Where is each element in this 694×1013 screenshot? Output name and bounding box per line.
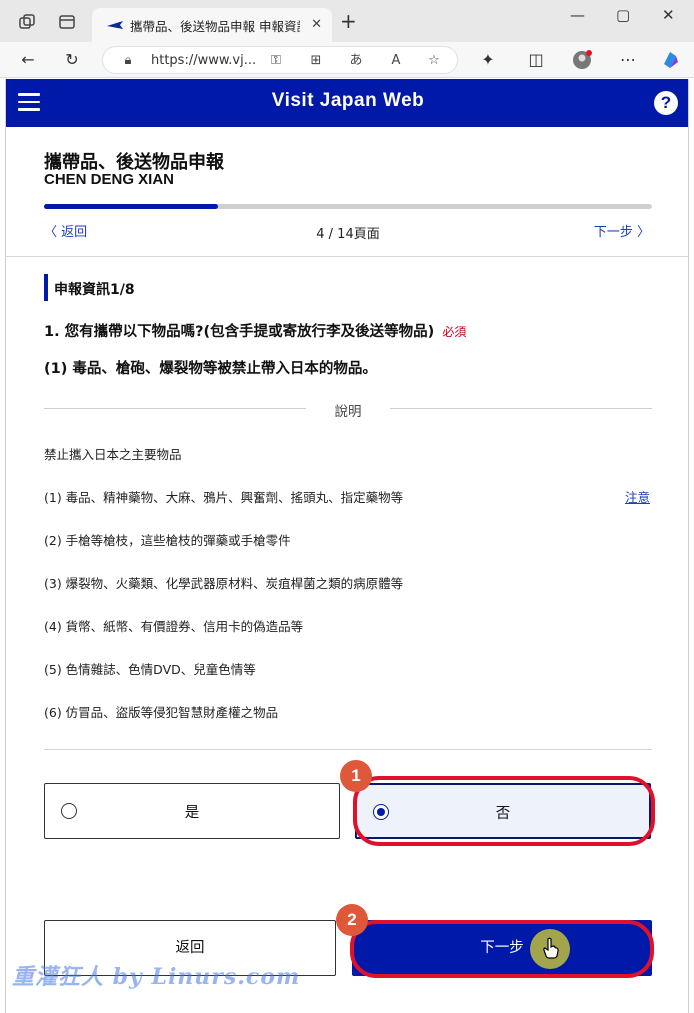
highlight-ring [350, 920, 654, 978]
back-arrow-icon[interactable]: ← [18, 50, 38, 70]
divider [6, 256, 688, 257]
required-badge: 必須 [442, 325, 467, 339]
workspaces-icon[interactable] [18, 13, 36, 31]
close-tab-icon[interactable]: ✕ [311, 17, 322, 32]
step-badge: 1 [340, 760, 372, 792]
more-menu-icon[interactable]: ⋯ [618, 50, 638, 70]
minimize-button[interactable]: — [570, 6, 585, 24]
watermark: 重灌狂人 by Linurs.com [12, 964, 301, 990]
lock-icon[interactable]: 🔒︎ [119, 52, 137, 70]
key-icon[interactable]: ⚿ [267, 52, 285, 70]
divider [44, 749, 652, 750]
profile-avatar[interactable] [572, 50, 592, 70]
list-item: (6) 仿冒品、盜版等侵犯智慧財產權之物品 [44, 705, 279, 720]
page-indicator: 4 / 14頁面 [316, 227, 380, 242]
favorite-star-icon[interactable]: ☆ [425, 52, 443, 70]
help-icon[interactable]: ? [654, 91, 678, 115]
browser-tab-bar: 攜帶品、後送物品申報 申報資訊 ✕ + — ▢ ✕ [0, 0, 694, 42]
step-badge: 2 [336, 904, 368, 936]
url-text: https://www.vj... [151, 53, 257, 68]
tab-actions-icon[interactable] [58, 13, 76, 31]
new-tab-button[interactable]: + [340, 11, 357, 31]
extensions-icon[interactable]: ✦ [478, 50, 498, 70]
highlight-ring [353, 776, 655, 846]
list-item: (1) 毒品、精神藥物、大麻、鴉片、興奮劑、搖頭丸、指定藥物等 [44, 490, 404, 505]
list-item: (2) 手槍等槍枝，這些槍枝的彈藥或手槍零件 [44, 533, 291, 548]
option-yes[interactable]: 是 [44, 783, 340, 839]
close-window-button[interactable]: ✕ [662, 6, 675, 24]
list-item: (3) 爆裂物、火藥類、化學武器原材料、炭疽桿菌之類的病原體等 [44, 576, 404, 591]
traveler-name: CHEN DENG XIAN [44, 171, 175, 188]
read-aloud-icon[interactable]: A [387, 52, 405, 70]
split-screen-icon[interactable]: ◫ [526, 50, 546, 70]
section-label: 申報資訊1/8 [54, 282, 135, 298]
note-link[interactable]: 注意 [625, 487, 650, 506]
explanation-heading: 說明 [334, 404, 362, 420]
question-label: 1. 您有攜帶以下物品嗎?(包含手提或寄放行李及後送等物品) [44, 324, 435, 340]
sub-question-text: (1) 毒品、槍砲、爆裂物等被禁止帶入日本的物品。 [44, 361, 377, 377]
explanation-intro: 禁止攜入日本之主要物品 [44, 447, 182, 462]
section-marker [44, 274, 48, 301]
refresh-icon[interactable]: ↻ [62, 50, 82, 70]
app-grid-icon[interactable]: ⊞ [307, 52, 325, 70]
browser-tab-active[interactable]: 攜帶品、後送物品申報 申報資訊 ✕ [92, 8, 332, 42]
site-title: Visit Japan Web [271, 90, 425, 111]
chevron-right-icon: 〉 [636, 225, 650, 240]
option-yes-label: 是 [184, 805, 200, 821]
page-content: Visit Japan Web ? 攜帶品、後送物品申報 CHEN DENG X… [5, 79, 689, 1013]
explanation-heading-row: 說明 [44, 399, 652, 420]
progress-fill [44, 204, 218, 209]
maximize-button[interactable]: ▢ [616, 6, 630, 24]
progress-bar [44, 204, 652, 209]
hand-cursor-icon [543, 937, 559, 959]
site-header: Visit Japan Web ? [6, 79, 688, 127]
airplane-icon [107, 21, 123, 29]
next-link-label: 下一步 [593, 225, 633, 240]
question-text: 1. 您有攜帶以下物品嗎?(包含手提或寄放行李及後送等物品) 必須 [44, 320, 466, 341]
list-item: (5) 色情雜誌、色情DVD、兒童色情等 [44, 662, 256, 677]
tab-title: 攜帶品、後送物品申報 申報資訊 [130, 19, 300, 34]
copilot-icon[interactable] [660, 50, 680, 70]
divider [390, 408, 652, 409]
list-item: (4) 貨幣、紙幣、有價證券、信用卡的偽造品等 [44, 619, 304, 634]
browser-toolbar: ← ↻ 🔒︎ https://www.vj... ⚿ ⊞ あ A ☆ ✦ ◫ ⋯ [0, 42, 694, 78]
translate-icon[interactable]: あ [347, 52, 365, 70]
address-bar[interactable]: 🔒︎ https://www.vj... ⚿ ⊞ あ A ☆ [102, 46, 458, 74]
next-link[interactable]: 下一步 〉 [594, 221, 650, 240]
